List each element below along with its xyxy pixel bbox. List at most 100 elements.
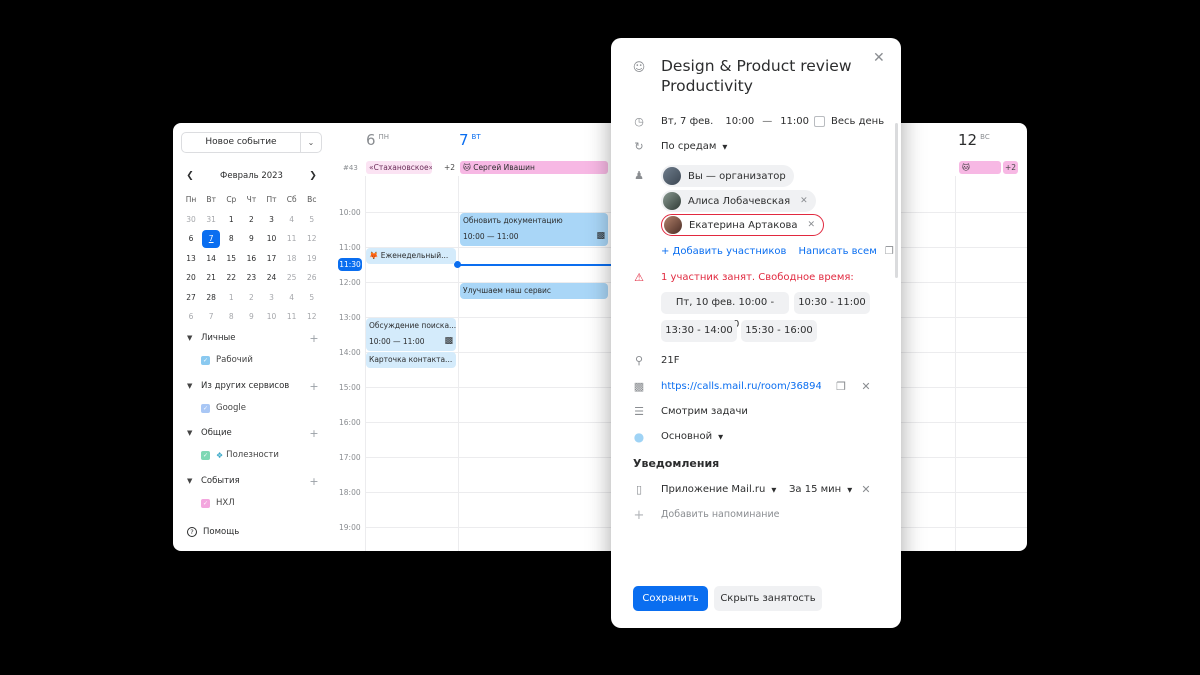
- plus-icon[interactable]: +: [632, 508, 646, 523]
- remove-icon[interactable]: ✕: [807, 220, 815, 230]
- free-slot[interactable]: Пт, 10 фев. 10:00 - 10:30: [661, 292, 789, 330]
- copy-icon[interactable]: ❐: [834, 380, 848, 393]
- day-cell[interactable]: 16: [241, 249, 261, 269]
- help-link[interactable]: ? Помощь: [187, 527, 239, 537]
- day-cell[interactable]: 9: [241, 229, 261, 249]
- day-cell[interactable]: 12: [302, 307, 322, 327]
- calendar-item[interactable]: ✓ Рабочий: [187, 353, 319, 367]
- day-header-tuesday[interactable]: 7 вт: [459, 131, 481, 149]
- write-all-link[interactable]: Написать всем: [798, 246, 876, 257]
- day-cell[interactable]: 1: [221, 288, 241, 308]
- day-cell[interactable]: 7: [201, 307, 221, 327]
- call-link-url[interactable]: https://calls.mail.ru/room/36894...: [661, 381, 821, 392]
- day-cell-selected[interactable]: 7: [202, 230, 221, 248]
- free-slot[interactable]: 15:30 - 16:00: [741, 320, 817, 342]
- day-cell[interactable]: 30: [181, 210, 201, 230]
- chevron-left-icon[interactable]: ❮: [183, 171, 197, 181]
- day-cell[interactable]: 5: [302, 210, 322, 230]
- day-cell[interactable]: 25: [282, 268, 302, 288]
- day-cell[interactable]: 10: [262, 229, 282, 249]
- allday-event[interactable]: 🐱: [959, 161, 1001, 174]
- chevron-down-icon[interactable]: ▼: [187, 334, 201, 342]
- more-events-badge[interactable]: +2: [444, 161, 455, 174]
- day-cell[interactable]: 17: [262, 249, 282, 269]
- day-cell[interactable]: 2: [241, 210, 261, 230]
- day-cell[interactable]: 14: [201, 249, 221, 269]
- day-cell[interactable]: 21: [201, 268, 221, 288]
- day-cell[interactable]: 6: [181, 307, 201, 327]
- event-title[interactable]: Design & Product review Productivity: [661, 56, 871, 96]
- close-icon[interactable]: ✕: [873, 50, 885, 66]
- day-cell[interactable]: 1: [221, 210, 241, 230]
- day-cell[interactable]: 4: [282, 288, 302, 308]
- checkbox-icon[interactable]: ✓: [201, 403, 210, 413]
- add-reminder-link[interactable]: Добавить напоминание: [661, 509, 780, 520]
- new-event-label[interactable]: Новое событие: [182, 133, 301, 152]
- day-cell[interactable]: 6: [181, 229, 201, 249]
- event-date[interactable]: Вт, 7 фев.: [661, 116, 713, 127]
- smiley-icon[interactable]: ☺: [632, 60, 646, 74]
- add-participants-link[interactable]: + Добавить участников: [661, 246, 786, 257]
- day-cell[interactable]: 26: [302, 268, 322, 288]
- calendar-select[interactable]: Основной ▼: [661, 431, 723, 442]
- calendar-item[interactable]: ✓ ❖ Полезности: [187, 448, 319, 462]
- free-slot[interactable]: 13:30 - 14:00: [661, 320, 737, 342]
- checkbox-icon[interactable]: [814, 116, 825, 127]
- day-cell[interactable]: 28: [201, 288, 221, 308]
- plus-icon[interactable]: +: [309, 380, 319, 393]
- day-cell[interactable]: 22: [221, 268, 241, 288]
- participant-chip[interactable]: Вы — организатор: [661, 165, 794, 187]
- day-cell[interactable]: 11: [282, 229, 302, 249]
- day-cell[interactable]: 10: [262, 307, 282, 327]
- notify-time-select[interactable]: За 15 мин ▼: [789, 484, 852, 495]
- day-cell[interactable]: 3: [262, 288, 282, 308]
- participant-chip[interactable]: Алиса Лобачевская ✕: [661, 190, 816, 212]
- checkbox-icon[interactable]: ✓: [201, 450, 210, 460]
- day-cell[interactable]: 15: [221, 249, 241, 269]
- chevron-down-icon[interactable]: ▼: [187, 477, 201, 485]
- day-cell[interactable]: 19: [302, 249, 322, 269]
- hide-busy-button[interactable]: Скрыть занятость: [714, 586, 822, 611]
- remove-icon[interactable]: ✕: [800, 196, 808, 206]
- all-day-toggle[interactable]: Весь день: [814, 116, 884, 127]
- calendar-item[interactable]: ✓ Google: [187, 401, 319, 415]
- day-cell[interactable]: 12: [302, 229, 322, 249]
- event-card[interactable]: Карточка контакта...: [366, 352, 456, 368]
- event-card[interactable]: Обсуждение поиска... 10:00 — 11:00 ▩: [366, 318, 456, 351]
- close-icon[interactable]: ✕: [859, 483, 873, 496]
- chevron-down-icon[interactable]: ▼: [187, 429, 201, 437]
- free-slot[interactable]: 10:30 - 11:00: [794, 292, 870, 314]
- day-cell[interactable]: 18: [282, 249, 302, 269]
- day-cell[interactable]: 31: [201, 210, 221, 230]
- call-link[interactable]: https://calls.mail.ru/room/36894...: [661, 381, 821, 392]
- participant-chip-busy[interactable]: Екатерина Артакова ✕: [661, 214, 825, 236]
- day-cell[interactable]: 27: [181, 288, 201, 308]
- repeat-select[interactable]: По средам ▼: [661, 141, 727, 152]
- description-value[interactable]: Смотрим задачи: [661, 406, 748, 417]
- event-start-time[interactable]: 10:00: [725, 116, 754, 127]
- event-end-time[interactable]: 11:00: [780, 116, 809, 127]
- event-card[interactable]: Улучшаем наш сервис: [460, 283, 608, 299]
- day-cell[interactable]: 8: [221, 307, 241, 327]
- day-cell[interactable]: 13: [181, 249, 201, 269]
- day-cell[interactable]: 2: [241, 288, 261, 308]
- notify-channel-select[interactable]: Приложение Mail.ru ▼: [661, 484, 776, 495]
- more-events-badge[interactable]: +2: [1003, 161, 1019, 174]
- day-cell[interactable]: 3: [262, 210, 282, 230]
- copy-icon[interactable]: ❐: [885, 246, 894, 257]
- group-header[interactable]: ▼ Личные +: [187, 331, 319, 345]
- plus-icon[interactable]: +: [309, 427, 319, 440]
- allday-event[interactable]: «Стахановское»: [366, 161, 432, 174]
- day-cell[interactable]: 5: [302, 288, 322, 308]
- group-header[interactable]: ▼ Общие +: [187, 426, 319, 440]
- day-cell[interactable]: 23: [241, 268, 261, 288]
- day-cell[interactable]: 8: [221, 229, 241, 249]
- day-cell[interactable]: 4: [282, 210, 302, 230]
- close-icon[interactable]: ✕: [859, 380, 873, 393]
- event-card[interactable]: Обновить документацию 10:00 — 11:00 ▩: [460, 213, 608, 246]
- plus-icon[interactable]: +: [309, 475, 319, 488]
- scrollbar[interactable]: [895, 123, 898, 278]
- day-header-monday[interactable]: 6 пн: [366, 131, 389, 149]
- chevron-down-icon[interactable]: ▼: [187, 382, 201, 390]
- calendar-item[interactable]: ✓ НХЛ: [187, 496, 319, 510]
